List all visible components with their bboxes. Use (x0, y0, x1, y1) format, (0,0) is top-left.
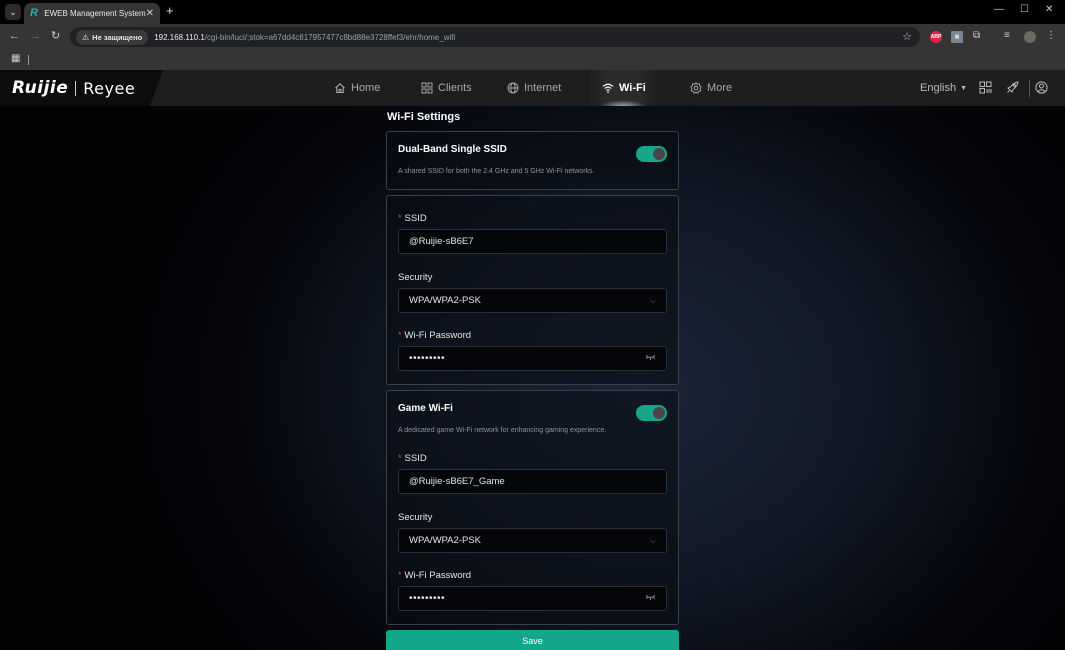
dual-band-card: Dual-Band Single SSID A shared SSID for … (386, 131, 679, 190)
bookmarks-bar: ▦ (0, 50, 1065, 70)
tab-close-icon[interactable]: ✕ (146, 8, 154, 19)
required-marker: * (398, 330, 402, 340)
eye-closed-icon[interactable] (645, 594, 656, 603)
security-select[interactable]: WPA/WPA2-PSK ⌵ (398, 288, 667, 313)
security-chip-label: Не защищено (92, 32, 143, 42)
game-security-select[interactable]: WPA/WPA2-PSK ⌵ (398, 528, 667, 553)
nav-more[interactable]: More (690, 70, 732, 106)
nav-clients-label: Clients (438, 82, 472, 94)
reload-icon[interactable]: ↻ (51, 30, 60, 43)
page-title: Wi-Fi Settings (387, 111, 461, 123)
chevron-down-icon: ⌵ (649, 296, 656, 305)
top-navigation: Ruijie Reyee Home Clients Internet Wi-Fi… (0, 70, 1065, 106)
nav-clients[interactable]: Clients (421, 70, 472, 106)
required-marker: * (398, 213, 402, 223)
warning-icon: ⚠ (82, 32, 90, 42)
caret-down-icon: ▼ (960, 84, 968, 92)
logo-divider (75, 80, 77, 96)
app-grid-icon[interactable] (979, 81, 992, 97)
media-control-icon[interactable]: ≡ (1004, 30, 1010, 41)
logo[interactable]: Ruijie Reyee (0, 70, 163, 106)
favicon-icon: R (30, 7, 38, 19)
password-label: * Wi-Fi Password (398, 330, 472, 341)
nav-wifi[interactable]: Wi-Fi (602, 70, 646, 106)
game-ssid-value: @Ruijie-sB6E7_Game (409, 476, 505, 487)
nav-internet[interactable]: Internet (507, 70, 561, 106)
game-password-input[interactable]: ••••••••• (398, 586, 667, 611)
dual-band-toggle[interactable] (636, 146, 667, 162)
header-divider (1029, 80, 1030, 97)
bookmark-star-icon[interactable]: ☆ (902, 30, 912, 43)
logo-brand: Ruijie (12, 78, 69, 98)
close-window-icon[interactable]: ✕ (1045, 4, 1053, 15)
nav-home[interactable]: Home (334, 70, 380, 106)
dual-band-title: Dual-Band Single SSID (398, 144, 507, 155)
eye-closed-icon[interactable] (645, 354, 656, 363)
ssid-label: * SSID (398, 213, 427, 224)
game-wifi-description: A dedicated game Wi-Fi network for enhan… (398, 427, 607, 434)
game-wifi-title: Game Wi-Fi (398, 403, 453, 414)
grid-icon (421, 82, 433, 94)
profile-avatar-icon[interactable] (1024, 31, 1036, 43)
ssid-input[interactable]: @Ruijie-sB6E7 (398, 229, 667, 254)
game-password-label: * Wi-Fi Password (398, 570, 472, 581)
tab-title: EWEB Management System (44, 9, 146, 18)
user-account-icon[interactable] (1035, 81, 1048, 97)
security-label: Security (398, 272, 433, 283)
toggle-knob (653, 407, 665, 419)
chevron-down-icon: ⌵ (649, 536, 656, 545)
wifi-icon (602, 82, 614, 94)
required-marker: * (398, 453, 402, 463)
new-tab-button[interactable]: + (166, 4, 174, 18)
password-input[interactable]: ••••••••• (398, 346, 667, 371)
minimize-icon[interactable]: — (994, 4, 1004, 15)
dual-band-description: A shared SSID for both the 2.4 GHz and 5… (398, 168, 595, 175)
extensions-puzzle-icon[interactable]: ⧉ (973, 30, 980, 41)
bookmarks-divider (28, 55, 29, 65)
browser-toolbar: ← → ↻ ⚠ Не защищено 192.168.110.1/cgi-bi… (0, 24, 1065, 50)
security-value: WPA/WPA2-PSK (409, 295, 481, 306)
nav-internet-label: Internet (524, 82, 562, 94)
browser-tabstrip: ⌄ R EWEB Management System ✕ + — ☐ ✕ (0, 0, 1065, 24)
home-icon (334, 82, 346, 94)
url-path: /cgi-bin/luci/;stok=a67dd4c817957477c8bd… (204, 32, 456, 42)
ssid-value: @Ruijie-sB6E7 (409, 236, 474, 247)
gear-icon (690, 82, 702, 94)
address-bar[interactable]: ⚠ Не защищено 192.168.110.1/cgi-bin/luci… (70, 27, 920, 47)
save-button[interactable]: Save (386, 630, 679, 650)
security-chip[interactable]: ⚠ Не защищено (76, 29, 149, 45)
game-wifi-card: Game Wi-Fi A dedicated game Wi-Fi networ… (386, 390, 679, 625)
extension-icon[interactable]: ▦ (951, 31, 963, 43)
globe-icon (507, 82, 519, 94)
apps-grid-icon[interactable]: ▦ (11, 53, 20, 64)
nav-home-label: Home (351, 82, 381, 94)
tab-search-button[interactable]: ⌄ (5, 4, 21, 20)
back-icon[interactable]: ← (9, 30, 20, 43)
app-root: Ruijie Reyee Home Clients Internet Wi-Fi… (0, 70, 1065, 650)
adblock-extension-icon[interactable]: ABP (930, 31, 942, 43)
game-password-value: ••••••••• (409, 593, 446, 604)
nav-more-label: More (707, 82, 733, 94)
password-value: ••••••••• (409, 353, 446, 364)
browser-tab[interactable]: R EWEB Management System ✕ (24, 3, 160, 24)
language-label: English (920, 82, 957, 94)
language-selector[interactable]: English ▼ (920, 70, 967, 106)
logo-sub: Reyee (83, 78, 136, 98)
forward-icon[interactable]: → (30, 30, 41, 43)
rocket-icon[interactable] (1006, 81, 1019, 97)
url-host: 192.168.110.1 (154, 32, 205, 42)
game-ssid-input[interactable]: @Ruijie-sB6E7_Game (398, 469, 667, 494)
maximize-icon[interactable]: ☐ (1020, 4, 1029, 15)
url-text[interactable]: 192.168.110.1/cgi-bin/luci/;stok=a67dd4c… (154, 33, 455, 42)
nav-wifi-label: Wi-Fi (619, 82, 646, 94)
toggle-knob (653, 148, 665, 160)
required-marker: * (398, 570, 402, 580)
game-wifi-toggle[interactable] (636, 405, 667, 421)
game-security-label: Security (398, 512, 433, 523)
main-wifi-card: * SSID @Ruijie-sB6E7 Security WPA/WPA2-PS… (386, 195, 679, 385)
game-security-value: WPA/WPA2-PSK (409, 535, 481, 546)
browser-menu-icon[interactable]: ⋮ (1046, 30, 1056, 41)
game-ssid-label: * SSID (398, 453, 427, 464)
